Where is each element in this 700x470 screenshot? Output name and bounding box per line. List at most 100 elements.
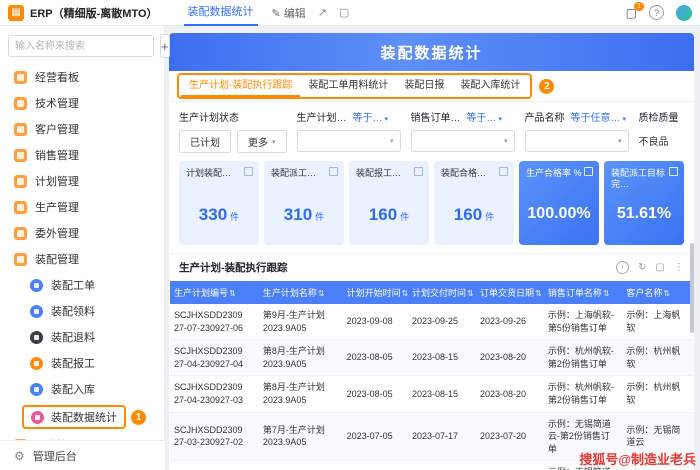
filter-more-button[interactable]: 更多▾ (237, 130, 287, 153)
filter-planned-button[interactable]: 已计划 (179, 130, 231, 153)
sort-icon: ⇅ (318, 289, 325, 298)
admin-backend-link[interactable]: ⚙ 管理后台 (0, 440, 165, 470)
filter-operator[interactable]: 等于…▾ (467, 109, 503, 124)
annotation-badge-1: 1 (131, 410, 146, 425)
table-row[interactable]: SCJHXSDD2309 27-07-230927-06 第9月-生产计划 20… (170, 304, 693, 340)
more-icon[interactable]: ⋮ (674, 262, 684, 273)
page-banner: 装配数据统计 (169, 33, 694, 71)
filter-operator[interactable]: 等于…▾ (353, 109, 389, 124)
card-corner-icon[interactable] (244, 167, 253, 176)
sidebar-item-label: 技术管理 (35, 95, 79, 111)
tab-execution-tracking[interactable]: 生产计划-装配执行跟踪 (181, 75, 300, 97)
card-corner-icon[interactable] (414, 167, 423, 176)
chevron-down-icon: ▾ (623, 116, 627, 123)
cell-delivery-date: 2023-07-20 (476, 412, 544, 461)
sidebar-item-label: 经营看板 (35, 69, 79, 85)
stat-title: 装配派工… (271, 168, 337, 179)
sidebar-subitem-assembly-picking[interactable]: 装配领料 (0, 298, 164, 324)
cell-delivery-date: 2023-07-20 (476, 461, 544, 470)
refresh-icon[interactable]: ↻ (638, 262, 646, 273)
sort-icon: ⇅ (663, 289, 670, 298)
col-delivery-date[interactable]: 订单交货日期⇅ (476, 281, 544, 304)
sidebar-item-outsource[interactable]: 委外管理 (0, 220, 164, 246)
sidebar-subitem-label: 装配报工 (51, 355, 95, 371)
col-start-date[interactable]: 计划开始时间⇅ (343, 281, 408, 304)
filter-product-name: 产品名称等于任意…▾ ▾ (525, 109, 629, 153)
card-corner-icon[interactable] (584, 167, 593, 176)
info-icon[interactable]: i (616, 261, 629, 274)
sidebar-subitem-label: 装配领料 (51, 303, 95, 319)
filter-quality: 质检质量 不良品 (639, 109, 679, 153)
cell-start-date: 2023-08-05 (343, 376, 408, 412)
col-order-name[interactable]: 销售订单名称⇅ (544, 281, 622, 304)
fullscreen-icon[interactable]: ▢ (656, 262, 665, 273)
sidebar-item-sales[interactable]: 销售管理 (0, 142, 164, 168)
filter-operator[interactable]: 等于任意…▾ (571, 109, 627, 124)
chevron-down-icon: ▾ (618, 137, 622, 145)
search-input[interactable] (8, 35, 154, 57)
table-row[interactable]: SCJHXSDD2309 27-04-230927-04 第8月-生产计划 20… (170, 340, 693, 376)
cell-customer-name: 示例：上海帆软 (622, 304, 693, 340)
cell-delivery-date: 2023-08-20 (476, 340, 544, 376)
tab-workorder-material[interactable]: 装配工单用料统计 (300, 75, 396, 97)
sidebar-item-tech[interactable]: 技术管理 (0, 90, 164, 116)
notification-icon[interactable]: ▢1 (626, 6, 637, 20)
sidebar-item-assembly[interactable]: 装配管理 (0, 246, 164, 272)
add-button[interactable]: + (160, 34, 170, 58)
fullscreen-icon[interactable]: ▢ (339, 6, 349, 19)
doc-tab-active[interactable]: 装配数据统计 (184, 0, 258, 26)
sidebar-item-label: 委外管理 (35, 225, 79, 241)
plan-name-select[interactable]: ▾ (297, 130, 401, 152)
card-corner-icon[interactable] (499, 167, 508, 176)
filter-label: 生产计划… (297, 109, 347, 124)
sidebar-item-plan[interactable]: 计划管理 (0, 168, 164, 194)
sidebar-item-label: 计划管理 (35, 173, 79, 189)
stat-value: 310 (284, 205, 312, 224)
card-corner-icon[interactable] (329, 167, 338, 176)
sidebar-subitem-assembly-report[interactable]: 装配报工 (0, 350, 164, 376)
stat-value: 330 (199, 205, 227, 224)
quality-value[interactable]: 不良品 (639, 133, 679, 148)
help-icon[interactable]: ? (649, 5, 664, 20)
sidebar-item-label: 生产管理 (35, 199, 79, 215)
cell-plan-code: SCJHXSDD2309 27-07-230927-06 (170, 304, 259, 340)
sidebar-item-production[interactable]: 生产管理 (0, 194, 164, 220)
annotation-badge-2: 2 (539, 79, 554, 94)
col-plan-name[interactable]: 生产计划名称⇅ (259, 281, 343, 304)
sidebar-subitem-assembly-statistics[interactable]: 装配数据统计 (22, 405, 126, 429)
stat-planned-qty: 计划装配… 330件 (179, 161, 259, 245)
scrollbar-thumb[interactable] (690, 243, 694, 333)
sidebar-subitem-assembly-return[interactable]: 装配退料 (0, 324, 164, 350)
sidebar-subitem-assembly-inbound[interactable]: 装配入库 (0, 376, 164, 402)
sidebar-subitem-assembly-workorder[interactable]: 装配工单 (0, 272, 164, 298)
topbar-right-group: ▢1 ? (626, 5, 692, 21)
stat-unit: 件 (315, 212, 324, 222)
col-customer-name[interactable]: 客户名称⇅ (622, 281, 693, 304)
tracking-table-card: 生产计划-装配执行跟踪 i ↻ ▢ ⋮ 生产计划编号⇅ (169, 253, 694, 470)
user-avatar[interactable] (676, 5, 692, 21)
share-icon[interactable]: ↗ (318, 6, 327, 19)
cell-start-date: 2023-07-05 (343, 412, 408, 461)
col-plan-code[interactable]: 生产计划编号⇅ (170, 281, 259, 304)
card-corner-icon[interactable] (669, 167, 678, 176)
chevron-down-icon: ▾ (499, 116, 503, 123)
sidebar-subitem-label: 装配入库 (51, 381, 95, 397)
stat-value: 51.61% (617, 205, 671, 222)
sidebar-item-label: 装配管理 (35, 251, 79, 267)
sidebar-item-customer[interactable]: 客户管理 (0, 116, 164, 142)
edit-button[interactable]: ✎ 编辑 (272, 5, 306, 21)
table-row[interactable]: SCJHXSDD2309 27-04-230927-03 第8月-生产计划 20… (170, 376, 693, 412)
app-logo-icon: ▦ (8, 5, 24, 21)
sort-icon: ⇅ (603, 289, 610, 298)
sidebar-subitem-label: 装配数据统计 (51, 409, 117, 425)
sidebar: + 经营看板 技术管理 客户管理 销售管理 计划管理 生产管理 委外管理 装配管… (0, 26, 165, 470)
sales-order-select[interactable]: ▾ (411, 130, 515, 152)
sidebar-item-dashboard[interactable]: 经营看板 (0, 64, 164, 90)
stat-unit: 件 (400, 212, 409, 222)
cell-due-date: 2023-09-25 (408, 304, 476, 340)
tab-inbound-stats[interactable]: 装配入库统计 (452, 75, 528, 97)
sidebar-selected-row: 装配数据统计 1 (0, 402, 164, 432)
tab-daily-report[interactable]: 装配日报 (396, 75, 452, 97)
product-name-select[interactable]: ▾ (525, 130, 629, 152)
col-due-date[interactable]: 计划交付时间⇅ (408, 281, 476, 304)
